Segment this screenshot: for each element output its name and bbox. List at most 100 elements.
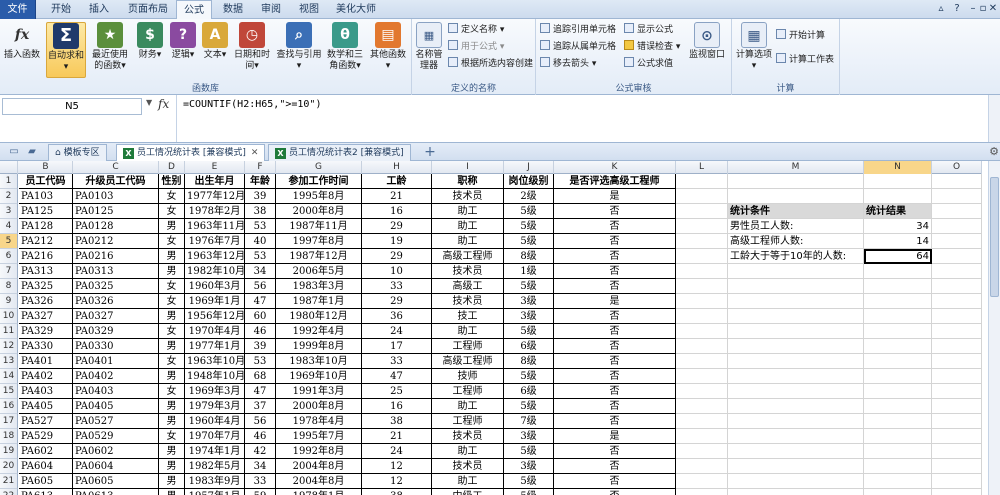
table-cell[interactable]: PA325 xyxy=(19,279,73,294)
table-cell[interactable]: PA0602 xyxy=(73,444,159,459)
table-cell[interactable]: PA0604 xyxy=(73,459,159,474)
table-cell[interactable]: 56 xyxy=(245,414,276,429)
table-cell[interactable]: 1963年11月 xyxy=(185,219,245,234)
table-cell[interactable]: 5级 xyxy=(504,279,554,294)
table-header-cell[interactable]: 工龄 xyxy=(362,174,432,189)
formula-bar-expand[interactable] xyxy=(988,95,1000,142)
table-cell[interactable]: 否 xyxy=(554,324,676,339)
empty-cell[interactable] xyxy=(932,174,982,189)
empty-cell[interactable] xyxy=(932,369,982,384)
table-cell[interactable]: 33 xyxy=(362,279,432,294)
empty-cell[interactable] xyxy=(676,459,728,474)
empty-cell[interactable] xyxy=(676,474,728,489)
table-cell[interactable]: 2000年8月 xyxy=(276,204,362,219)
table-cell[interactable]: PA0403 xyxy=(73,384,159,399)
table-cell[interactable]: 1969年1月 xyxy=(185,294,245,309)
table-cell[interactable]: 1983年10月 xyxy=(276,354,362,369)
table-cell[interactable]: 否 xyxy=(554,444,676,459)
empty-cell[interactable] xyxy=(932,294,982,309)
table-cell[interactable]: 1976年7月 xyxy=(185,234,245,249)
table-cell[interactable]: 技术员 xyxy=(432,264,504,279)
create-from-selection-button[interactable]: 根据所选内容创建 xyxy=(448,57,533,71)
row-header[interactable]: 3 xyxy=(0,204,18,219)
table-cell[interactable]: 33 xyxy=(362,354,432,369)
table-cell[interactable]: 否 xyxy=(554,309,676,324)
lookup-reference-button[interactable]: ⌕ 查找与引用▾ xyxy=(276,22,322,72)
row-header[interactable]: 1 xyxy=(0,174,18,189)
empty-cell[interactable] xyxy=(728,279,864,294)
tab-view[interactable]: 视图 xyxy=(292,0,326,19)
table-cell[interactable]: 否 xyxy=(554,369,676,384)
table-cell[interactable]: PA125 xyxy=(19,204,73,219)
column-header-h[interactable]: H xyxy=(362,161,432,174)
table-cell[interactable]: 工程师 xyxy=(432,339,504,354)
empty-cell[interactable] xyxy=(728,324,864,339)
empty-cell[interactable] xyxy=(864,414,932,429)
table-cell[interactable]: 1982年10月 xyxy=(185,264,245,279)
empty-cell[interactable] xyxy=(676,264,728,279)
table-cell[interactable]: 否 xyxy=(554,414,676,429)
empty-cell[interactable] xyxy=(932,429,982,444)
tab-data[interactable]: 数据 xyxy=(216,0,250,19)
table-cell[interactable]: PA212 xyxy=(19,234,73,249)
define-name-button[interactable]: 定义名称 ▾ xyxy=(448,23,504,37)
empty-cell[interactable] xyxy=(932,474,982,489)
table-cell[interactable]: 1960年3月 xyxy=(185,279,245,294)
table-cell[interactable]: 46 xyxy=(245,324,276,339)
table-cell[interactable]: 技术员 xyxy=(432,294,504,309)
table-cell[interactable]: 高级工程师 xyxy=(432,354,504,369)
row-header[interactable]: 10 xyxy=(0,309,18,324)
stats-label[interactable]: 男性员工人数: xyxy=(728,219,864,234)
table-cell[interactable]: 12 xyxy=(362,459,432,474)
table-cell[interactable]: 2004年8月 xyxy=(276,459,362,474)
empty-cell[interactable] xyxy=(728,174,864,189)
table-cell[interactable]: 1960年4月 xyxy=(185,414,245,429)
table-cell[interactable]: 38 xyxy=(362,414,432,429)
table-cell[interactable]: PA329 xyxy=(19,324,73,339)
table-cell[interactable]: 5级 xyxy=(504,234,554,249)
empty-cell[interactable] xyxy=(728,444,864,459)
table-cell[interactable]: 否 xyxy=(554,474,676,489)
table-cell[interactable]: 5级 xyxy=(504,474,554,489)
evaluate-formula-button[interactable]: 公式求值 xyxy=(624,57,673,71)
table-cell[interactable]: 男 xyxy=(159,414,185,429)
table-cell[interactable]: 53 xyxy=(245,219,276,234)
empty-cell[interactable] xyxy=(728,384,864,399)
table-cell[interactable]: PA326 xyxy=(19,294,73,309)
tab-home[interactable]: 开始 xyxy=(44,0,78,19)
row-header[interactable]: 12 xyxy=(0,339,18,354)
table-cell[interactable]: 5级 xyxy=(504,399,554,414)
table-cell[interactable]: 1969年10月 xyxy=(276,369,362,384)
table-cell[interactable]: 男 xyxy=(159,459,185,474)
table-cell[interactable]: 1982年5月 xyxy=(185,459,245,474)
table-cell[interactable]: 39 xyxy=(245,339,276,354)
row-header[interactable]: 20 xyxy=(0,459,18,474)
table-cell[interactable]: 3级 xyxy=(504,459,554,474)
text-button[interactable]: A 文本▾ xyxy=(200,22,230,61)
row-header[interactable]: 2 xyxy=(0,189,18,204)
table-cell[interactable]: 女 xyxy=(159,234,185,249)
empty-cell[interactable] xyxy=(932,489,982,495)
table-cell[interactable]: 高级工 xyxy=(432,279,504,294)
table-cell[interactable]: 6级 xyxy=(504,339,554,354)
stats-header-label[interactable]: 统计条件 xyxy=(728,204,864,219)
table-cell[interactable]: 3级 xyxy=(504,429,554,444)
empty-cell[interactable] xyxy=(864,489,932,495)
recently-used-button[interactable]: ★ 最近使用的函数▾ xyxy=(88,22,132,72)
tab-file[interactable]: 文件 xyxy=(0,0,36,19)
table-cell[interactable]: PA0401 xyxy=(73,354,159,369)
table-cell[interactable]: PA0329 xyxy=(73,324,159,339)
table-cell[interactable]: 1978年1月 xyxy=(276,489,362,495)
table-cell[interactable]: 男 xyxy=(159,444,185,459)
table-cell[interactable]: 男 xyxy=(159,369,185,384)
table-cell[interactable]: PA313 xyxy=(19,264,73,279)
spreadsheet-grid[interactable]: BCDEFGHIJKLMNO 1 员工代码 升级员工代码 性别 出生年月 年龄 参加工作时间… xyxy=(0,161,988,495)
table-cell[interactable]: 1969年3月 xyxy=(185,384,245,399)
table-cell[interactable]: 男 xyxy=(159,474,185,489)
table-cell[interactable]: PA0330 xyxy=(73,339,159,354)
table-cell[interactable]: 36 xyxy=(362,309,432,324)
table-cell[interactable]: PA402 xyxy=(19,369,73,384)
empty-cell[interactable] xyxy=(932,339,982,354)
table-cell[interactable]: 女 xyxy=(159,294,185,309)
table-cell[interactable]: 女 xyxy=(159,354,185,369)
